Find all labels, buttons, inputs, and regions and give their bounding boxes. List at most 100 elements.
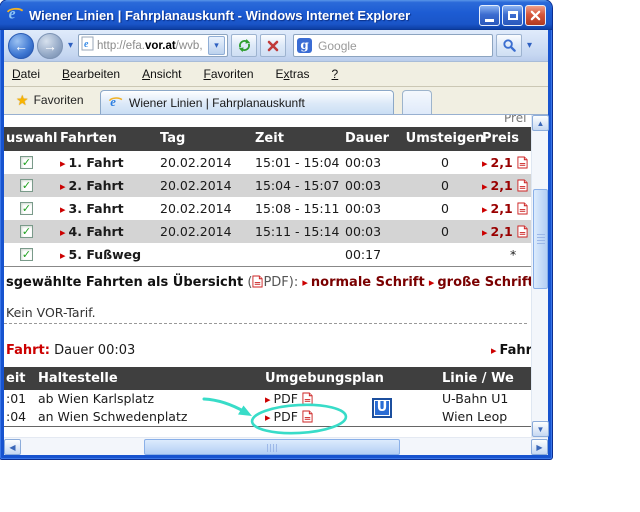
tab-wiener-linien[interactable]: e Wiener Linien | Fahrplanauskunft [100,90,394,114]
favorites-button[interactable]: ★ Favoriten [10,89,90,111]
chevron-down-icon: ▾ [68,40,74,51]
trip-date: 20.02.2014 [160,155,232,170]
horizontal-scrollbar[interactable]: ◀ ▶ [4,437,548,455]
history-dropdown[interactable]: ▾ [66,40,75,51]
menu-bearbeiten[interactable]: Bearbeiten [62,67,120,81]
scroll-left-button[interactable]: ◀ [4,439,21,455]
address-input[interactable]: e http://efa.vor.at/wvb, ▾ [78,34,229,57]
browser-window: e Wiener Linien | Fahrplanauskunft - Win… [0,0,552,459]
scroll-down-button[interactable]: ▼ [532,421,549,437]
menu-favoriten[interactable]: Favoriten [203,67,253,81]
svg-text:e: e [9,5,16,22]
menu-help[interactable]: ? [332,67,339,81]
search-box: g [293,34,494,57]
window-title: Wiener Linien | Fahrplanauskunft - Windo… [29,7,411,23]
horizontal-scroll-thumb[interactable] [144,439,400,455]
stop-name: an Wien Schwedenplatz [38,409,188,424]
page-viewport: Prei uswahl Fahrten Tag Zeit Dauer Umste… [4,115,531,437]
back-arrow-icon: ← [14,37,28,54]
ubahn-logo: U [372,398,392,418]
arrow-right-icon: ▶ [536,442,543,452]
stop-button[interactable] [260,34,287,57]
price-link[interactable]: ▸ 2,1 [482,220,531,244]
refresh-button[interactable] [231,34,258,57]
navigation-toolbar: ← → ▾ e http://efa.vor.at/wvb, ▾ g Googl… [4,30,548,62]
large-font-link[interactable]: ▸ große Schrift [429,275,531,290]
trip-duration: 00:03 [345,224,382,239]
trip-date: 20.02.2014 [160,224,232,239]
line-name: U-Bahn U1 [442,391,509,406]
minimize-icon [485,18,494,22]
search-button[interactable] [496,34,523,57]
menu-datei[interactable]: Datei [12,67,40,81]
check-icon: ✓ [21,248,32,261]
trip-checkbox[interactable]: ✓ [20,202,33,215]
pdf-label[interactable]: PDF): [263,275,298,290]
close-button[interactable] [525,4,546,26]
pdf-icon [302,392,313,405]
trip-duration: 00:17 [345,247,382,262]
arrow-bullet-icon: ▸ [60,226,66,239]
trip-checkbox[interactable]: ✓ [20,179,33,192]
back-button[interactable]: ← [8,32,34,59]
trip-time: 15:08 - 15:11 [255,201,340,216]
header-umsteigen: Umsteigen [405,131,485,146]
header-linie: Linie / We [442,371,514,386]
trip-link[interactable]: ▸ 3. Fahrt [60,197,160,221]
trip-checkbox[interactable]: ✓ [20,156,33,169]
arrow-left-icon: ◀ [9,442,16,452]
price-link[interactable]: ▸ 2,1 [482,174,531,198]
trip-link[interactable]: ▸ 1. Fahrt [60,151,160,175]
vertical-scrollbar[interactable]: ▲ ▼ [531,115,549,437]
ie-logo-icon: e [108,94,123,112]
detail-label: Fahrt: [6,343,50,358]
new-tab-button[interactable] [402,90,432,114]
trip-checkbox[interactable]: ✓ [20,248,33,261]
minimize-button[interactable] [479,4,500,26]
trip-checkbox[interactable]: ✓ [20,225,33,238]
pdf-map-link[interactable]: ▸ PDF [265,408,365,427]
svg-text:e: e [110,95,116,109]
refresh-icon [238,38,250,53]
arrow-bullet-icon: ▸ [482,226,488,239]
search-input[interactable] [316,37,490,54]
thumb-grip [267,444,277,452]
forward-button[interactable]: → [37,32,63,59]
menu-extras[interactable]: Extras [276,67,310,81]
trip-duration: 00:03 [345,201,382,216]
table-row: ✓ ▸ 1. Fahrt 20.02.2014 15:01 - 15:04 00:… [4,151,531,174]
tariff-note: Kein VOR-Tarif. [6,305,96,320]
close-icon [530,10,541,20]
pdf-map-link[interactable]: ▸ PDF [265,390,365,409]
table-row: ✓ ▸ 5. Fußweg 00:17 * [4,243,531,266]
scroll-up-button[interactable]: ▲ [532,115,549,131]
fahrplan-link[interactable]: ▸ Fahr [491,343,531,358]
menu-bar: Datei Bearbeiten Ansicht Favoriten Extra… [4,62,548,87]
address-dropdown-button[interactable]: ▾ [208,36,226,55]
search-options-dropdown[interactable]: ▾ [525,40,534,51]
vertical-scroll-thumb[interactable] [533,189,548,289]
arrow-bullet-icon: ▸ [428,276,435,289]
trip-link[interactable]: ▸ 2. Fahrt [60,174,160,198]
scroll-right-button[interactable]: ▶ [531,439,548,455]
pdf-icon [252,275,263,288]
trip-date: 20.02.2014 [160,178,232,193]
maximize-button[interactable] [502,4,523,26]
price-link[interactable]: ▸ 2,1 [482,197,531,221]
normal-font-link[interactable]: ▸ normale Schrift [302,275,424,290]
trip-changes: 0 [441,178,449,193]
price-link[interactable]: ▸ 2,1 [482,151,531,175]
header-zeit: eit [6,371,26,386]
trip-link[interactable]: ▸ 4. Fahrt [60,220,160,244]
google-icon: g [297,38,313,53]
titlebar[interactable]: e Wiener Linien | Fahrplanauskunft - Win… [0,0,552,30]
menu-ansicht[interactable]: Ansicht [142,67,181,81]
pdf-icon [517,202,528,215]
address-url: http://efa.vor.at/wvb, [97,39,203,52]
arrow-bullet-icon: ▸ [60,203,66,216]
trip-link[interactable]: ▸ 5. Fußweg [60,243,160,267]
trip-changes: 0 [441,155,449,170]
header-haltestelle: Haltestelle [38,371,118,386]
thumb-grip [537,234,545,244]
desktop: e Wiener Linien | Fahrplanauskunft - Win… [0,0,640,512]
